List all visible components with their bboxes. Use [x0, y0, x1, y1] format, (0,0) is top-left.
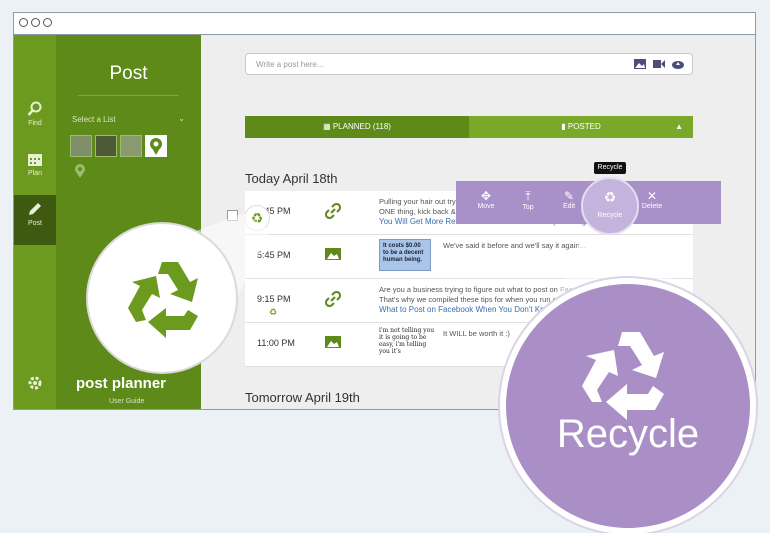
delete-button[interactable]: ✕ Delete: [634, 189, 670, 210]
chevron-down-icon: ⌄: [178, 114, 185, 123]
post-time: 9:15 PM: [257, 294, 291, 304]
post-planner-logo: post planner: [76, 375, 167, 392]
video-icon[interactable]: [652, 59, 665, 71]
tab-posted[interactable]: ▮ POSTED ▲: [469, 116, 693, 138]
post-text: We've said it before and we'll say it ag…: [443, 241, 683, 251]
bar-chart-icon: ▮: [561, 122, 568, 131]
pin-icon[interactable]: [72, 163, 88, 184]
action-label: Recycle: [597, 212, 623, 219]
pin-icon: [150, 138, 162, 155]
rail-item-label: Post: [27, 220, 42, 227]
recycle-icon: [128, 262, 198, 338]
post-composer-input[interactable]: Write a post here...: [245, 53, 693, 75]
window-titlebar: [14, 13, 755, 35]
rail-item-label: Plan: [27, 170, 42, 177]
list-thumbnail[interactable]: [70, 135, 92, 157]
search-icon: [27, 101, 42, 116]
day-heading: Tomorrow April 19th: [245, 390, 360, 405]
top-icon: ⤒: [525, 189, 531, 203]
calendar-icon: [28, 154, 42, 166]
day-heading: Today April 18th: [245, 171, 338, 186]
recycle-badge-icon: ♻: [269, 307, 278, 317]
window-dot-maximize[interactable]: [43, 18, 52, 27]
recycle-icon: ♻: [603, 189, 617, 205]
list-selector[interactable]: Select a List ⌄: [72, 114, 185, 124]
recycle-button[interactable]: ♻ Recycle: [581, 177, 639, 235]
tab-posted-label: POSTED: [567, 122, 601, 131]
action-label: Top: [522, 204, 534, 211]
warning-icon: ▲: [675, 122, 683, 131]
icon-rail: Find Plan Post: [14, 35, 56, 409]
action-label: Move: [477, 203, 495, 210]
post-text-line: We've said it before and we'll say it ag…: [443, 241, 586, 250]
recycle-callout-label: Recycle: [556, 412, 700, 456]
rail-item-post[interactable]: Post: [14, 195, 56, 245]
recycle-badge-icon: ♻: [244, 205, 270, 231]
link-icon: [324, 290, 342, 312]
recycle-callout-small: [88, 224, 236, 372]
close-icon: ✕: [646, 189, 658, 203]
tab-planned-label: PLANNED (118): [332, 122, 391, 131]
upload-cloud-icon[interactable]: [672, 59, 684, 71]
action-label: Delete: [641, 203, 663, 210]
post-select-checkbox[interactable]: [227, 210, 238, 221]
window-dot-close[interactable]: [19, 18, 28, 27]
scheduled-post-row[interactable]: 5:45 PM It costs $0.00 to be a decent hu…: [245, 235, 693, 279]
action-label: Edit: [562, 203, 576, 210]
queue-tabs: ▦ PLANNED (118) ▮ POSTED ▲: [245, 116, 693, 138]
panel-divider: [78, 95, 179, 96]
list-selector-label: Select a List: [72, 115, 116, 124]
list-thumbnail[interactable]: [120, 135, 142, 157]
list-thumbnail[interactable]: [145, 135, 167, 157]
image-icon[interactable]: [633, 59, 646, 71]
rail-item-plan[interactable]: Plan: [14, 145, 56, 195]
calendar-icon: ▦: [323, 122, 333, 131]
tab-planned[interactable]: ▦ PLANNED (118): [245, 116, 469, 138]
post-composer-placeholder: Write a post here...: [256, 60, 324, 69]
rail-item-find[interactable]: Find: [14, 95, 56, 145]
image-icon: [325, 247, 341, 265]
post-image-thumbnail[interactable]: i'm not telling you it is going to be ea…: [379, 327, 435, 361]
settings-button[interactable]: [27, 375, 43, 396]
top-button[interactable]: ⤒ Top: [510, 189, 546, 211]
recycle-callout-large: Recycle: [506, 284, 750, 528]
recycle-tooltip: Recycle: [594, 162, 626, 174]
panel-title: Post: [109, 63, 148, 84]
composer-icons: [629, 59, 684, 71]
move-icon: ✥: [480, 189, 492, 203]
move-button[interactable]: ✥ Move: [468, 189, 504, 210]
user-guide-link[interactable]: User Guide: [109, 398, 144, 405]
post-image-thumbnail[interactable]: It costs $0.00 to be a decent human bein…: [379, 239, 431, 271]
pencil-icon: [29, 203, 41, 215]
image-icon: [325, 335, 341, 353]
gear-icon: [28, 376, 42, 390]
window-dot-minimize[interactable]: [31, 18, 40, 27]
post-time: 11:00 PM: [257, 338, 295, 348]
list-thumbnail[interactable]: [95, 135, 117, 157]
link-icon: [324, 202, 342, 224]
rail-item-label: Find: [28, 120, 42, 127]
post-time: 5:45 PM: [257, 250, 291, 260]
